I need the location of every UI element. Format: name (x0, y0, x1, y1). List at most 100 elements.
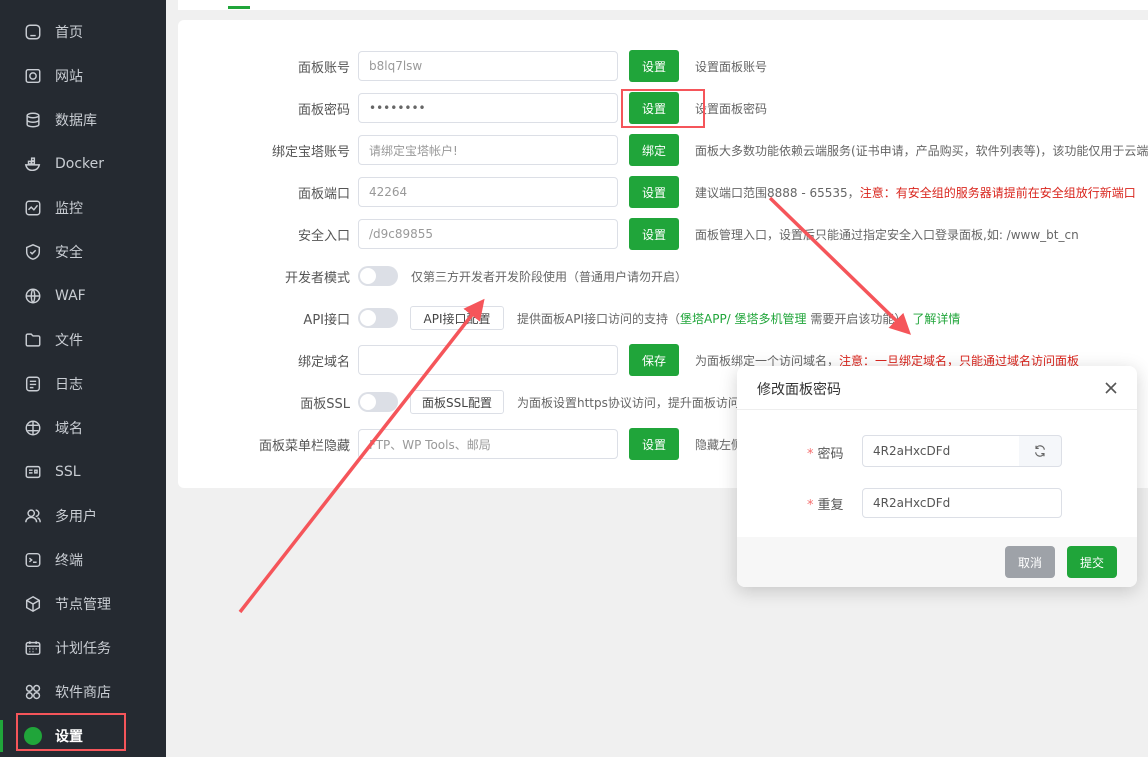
bind-account-button[interactable]: 绑定 (629, 134, 679, 166)
sidebar: 首页 网站 数据库 Docker 监控 安全 WAF 文件 日志 域名 SSL (0, 0, 166, 757)
bind-domain-input[interactable] (358, 345, 618, 375)
setting-label: 面板菜单栏隐藏 (258, 438, 350, 454)
database-icon (23, 110, 43, 130)
sidebar-item-label: 节点管理 (55, 597, 111, 613)
setting-label: 面板密码 (297, 102, 350, 118)
domain-icon (23, 418, 43, 438)
learn-more-link[interactable]: 了解详情 (912, 312, 960, 326)
sidebar-item-database[interactable]: 数据库 (0, 102, 166, 138)
api-toggle[interactable] (358, 308, 398, 328)
sidebar-item-label: 域名 (55, 421, 83, 437)
sidebar-item-label: 文件 (55, 333, 83, 349)
menu-hide-select[interactable]: FTP、WP Tools、邮局 (358, 429, 618, 459)
menu-hide-set-button[interactable]: 设置 (629, 428, 679, 460)
password-input[interactable]: 4R2aHxcDFd (862, 435, 1020, 467)
sidebar-item-store[interactable]: 软件商店 (0, 674, 166, 710)
sidebar-item-security[interactable]: 安全 (0, 234, 166, 270)
desc-text: 建议端口范围8888 - 65535， (695, 185, 860, 200)
sidebar-item-cron[interactable]: 计划任务 (0, 630, 166, 666)
sidebar-item-label: 网站 (55, 69, 83, 85)
shield-icon (23, 242, 43, 262)
setting-desc: 为面板设置https协议访问，提升面板访问 (517, 395, 740, 410)
setting-desc: 提供面板API接口访问的支持（堡塔APP/ 堡塔多机管理 需要开启该功能），了解… (517, 310, 960, 327)
waf-icon (23, 286, 43, 306)
sidebar-item-label: 软件商店 (55, 685, 111, 701)
refresh-icon (1035, 445, 1045, 457)
sidebar-item-label: Docker (55, 156, 105, 172)
sidebar-item-waf[interactable]: WAF (0, 278, 166, 314)
sidebar-item-terminal[interactable]: 终端 (0, 542, 166, 578)
sidebar-item-domain[interactable]: 域名 (0, 410, 166, 446)
modal-header: 修改面板密码 (737, 366, 1137, 410)
globe-window-icon (23, 66, 43, 86)
developer-mode-toggle[interactable] (358, 266, 398, 286)
sidebar-item-node[interactable]: 节点管理 (0, 586, 166, 622)
security-entry-input[interactable]: /d9c89855 (358, 219, 618, 249)
setting-label: 开发者模式 (284, 270, 350, 286)
ssl-icon (23, 462, 43, 482)
sidebar-item-ssl[interactable]: SSL (0, 454, 166, 490)
sidebar-item-docker[interactable]: Docker (0, 146, 166, 182)
password-label: * 密码 (807, 443, 844, 462)
user-icon (23, 506, 43, 526)
sidebar-item-files[interactable]: 文件 (0, 322, 166, 358)
sidebar-item-multi-user[interactable]: 多用户 (0, 498, 166, 534)
highlight-password-button (621, 89, 705, 128)
setting-desc: 面板大多数功能依赖云端服务(证书申请，产品购买，软件列表等)，该功能仅用于云端 (695, 143, 1148, 158)
submit-button[interactable]: 提交 (1067, 546, 1117, 578)
api-config-button[interactable]: API接口配置 (410, 306, 504, 330)
sidebar-item-label: WAF (55, 288, 86, 304)
log-icon (23, 374, 43, 394)
sidebar-item-label: 首页 (55, 25, 83, 41)
setting-desc: 隐藏左侧 (695, 437, 744, 452)
cancel-button[interactable]: 取消 (1005, 546, 1055, 578)
panel-password-input[interactable]: •••••••• (358, 93, 618, 123)
setting-label: 面板端口 (297, 186, 350, 202)
tab-strip (178, 0, 1148, 10)
home-icon (23, 22, 43, 42)
repeat-label: * 重复 (807, 494, 844, 513)
desc-text: 需要开启该功能）， (806, 311, 913, 326)
setting-desc: 仅第三方开发者开发阶段使用（普通用户请勿开启） (411, 269, 688, 284)
refresh-password-button[interactable] (1019, 435, 1062, 467)
desc-warning: 注意：有安全组的服务器请提前在安全组放行新端口 (859, 185, 1136, 200)
panel-port-input[interactable]: 42264 (358, 177, 618, 207)
folder-icon (23, 330, 43, 350)
desc-highlight: 堡塔APP/ 堡塔多机管理 (680, 311, 807, 326)
setting-label: 面板账号 (297, 60, 350, 76)
active-tab-indicator (228, 6, 250, 9)
panel-port-set-button[interactable]: 设置 (629, 176, 679, 208)
bind-domain-save-button[interactable]: 保存 (629, 344, 679, 376)
security-entry-set-button[interactable]: 设置 (629, 218, 679, 250)
sidebar-item-monitor[interactable]: 监控 (0, 190, 166, 226)
setting-label: 面板SSL (300, 396, 350, 412)
setting-label: 绑定宝塔账号 (271, 144, 350, 160)
docker-icon (23, 154, 43, 174)
required-mark: * (807, 447, 814, 462)
calendar-icon (23, 638, 43, 658)
highlight-settings-nav (16, 713, 126, 751)
setting-desc: 设置面板账号 (695, 59, 768, 74)
panel-ssl-config-button[interactable]: 面板SSL配置 (410, 390, 504, 414)
desc-text: 提供面板API接口访问的支持（ (517, 311, 680, 326)
sidebar-item-label: 终端 (55, 553, 83, 569)
close-icon[interactable] (1101, 378, 1121, 398)
panel-account-input[interactable]: b8lq7lsw (358, 51, 618, 81)
sidebar-item-label: 安全 (55, 245, 83, 261)
sidebar-item-home[interactable]: 首页 (0, 14, 166, 50)
apps-icon (23, 682, 43, 702)
setting-label: API接口 (303, 312, 350, 328)
panel-ssl-toggle[interactable] (358, 392, 398, 412)
monitor-icon (23, 198, 43, 218)
sidebar-item-label: 数据库 (55, 113, 97, 129)
setting-desc: 设置面板密码 (695, 101, 768, 116)
setting-label: 安全入口 (297, 228, 350, 244)
sidebar-item-label: 计划任务 (55, 641, 111, 657)
sidebar-item-logs[interactable]: 日志 (0, 366, 166, 402)
node-icon (23, 594, 43, 614)
sidebar-item-website[interactable]: 网站 (0, 58, 166, 94)
bind-account-input[interactable]: 请绑定宝塔帐户! (358, 135, 618, 165)
repeat-password-input[interactable]: 4R2aHxcDFd (862, 488, 1062, 518)
required-mark: * (807, 498, 814, 513)
panel-account-set-button[interactable]: 设置 (629, 50, 679, 82)
